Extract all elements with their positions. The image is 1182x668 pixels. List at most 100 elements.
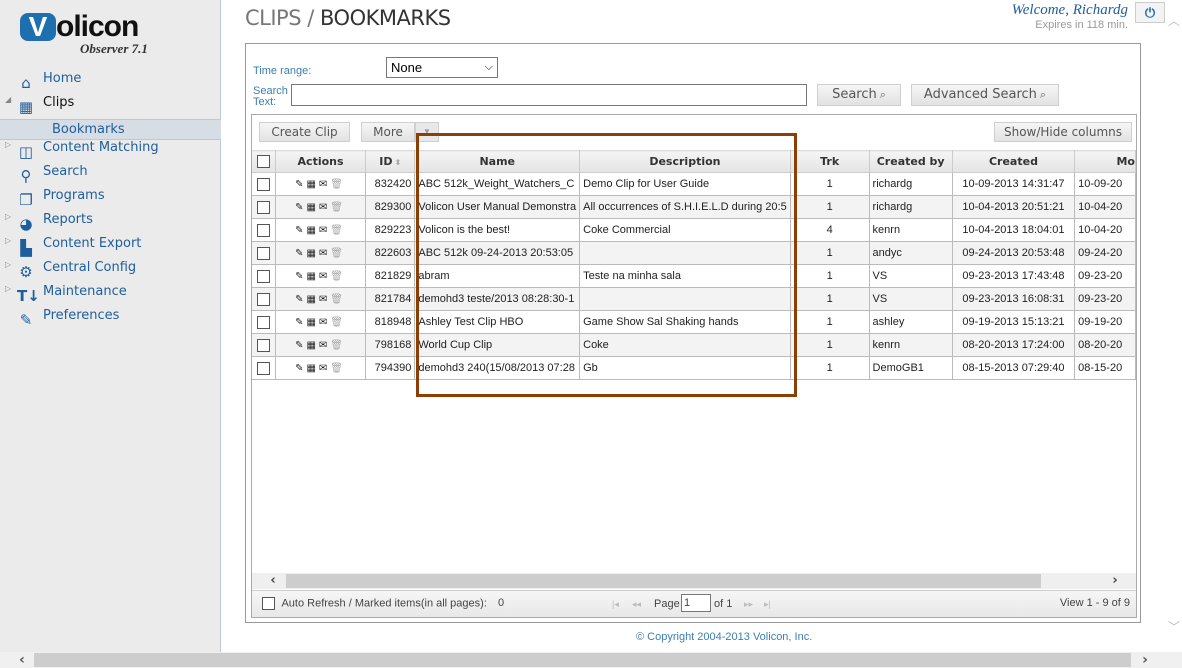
- film-icon[interactable]: ▦: [306, 248, 318, 259]
- scrollbar-thumb[interactable]: [286, 574, 1041, 588]
- sidebar-item-central-config[interactable]: ▷ ⚙ Central Config: [0, 260, 221, 284]
- column-header-description[interactable]: Description: [579, 150, 791, 173]
- email-icon[interactable]: ✉: [319, 202, 330, 213]
- more-dropdown-button[interactable]: ▼: [415, 122, 439, 142]
- show-hide-columns-button[interactable]: Show/Hide columns: [994, 122, 1132, 142]
- page-input[interactable]: 1: [681, 594, 711, 612]
- scroll-left-icon[interactable]: ‹: [14, 652, 30, 668]
- row-checkbox[interactable]: [257, 315, 270, 329]
- film-icon[interactable]: ▦: [306, 363, 318, 374]
- edit-icon[interactable]: ✎: [295, 317, 306, 328]
- select-all-checkbox[interactable]: [257, 155, 270, 169]
- trash-icon[interactable]: 🗑: [330, 179, 346, 190]
- next-page-icon[interactable]: ▸▸: [744, 599, 753, 610]
- collapsed-arrow-icon[interactable]: ▷: [5, 284, 11, 293]
- sidebar-item-maintenance[interactable]: ▷ T↓ Maintenance: [0, 284, 221, 308]
- film-icon[interactable]: ▦: [306, 340, 318, 351]
- email-icon[interactable]: ✉: [319, 271, 330, 282]
- sidebar-item-bookmarks[interactable]: Bookmarks: [0, 119, 221, 140]
- advanced-search-button[interactable]: Advanced Search ⌕: [911, 84, 1059, 106]
- scroll-down-icon[interactable]: ﹀: [1168, 621, 1180, 633]
- trash-icon[interactable]: 🗑: [330, 248, 346, 259]
- row-checkbox[interactable]: [257, 269, 270, 283]
- edit-icon[interactable]: ✎: [295, 271, 306, 282]
- column-header-created-by[interactable]: Created by: [869, 150, 953, 173]
- row-checkbox[interactable]: [257, 200, 270, 214]
- volicon-logo[interactable]: V olicon Observer 7.1: [20, 10, 200, 60]
- edit-icon[interactable]: ✎: [295, 294, 306, 305]
- film-icon[interactable]: ▦: [306, 271, 318, 282]
- email-icon[interactable]: ✉: [319, 340, 330, 351]
- table-row[interactable]: ✎▦✉🗑 821784 demohd3 teste/2013 08:28:30-1 1…: [252, 287, 1136, 311]
- email-icon[interactable]: ✉: [319, 248, 330, 259]
- column-header-created[interactable]: Created: [952, 150, 1076, 173]
- scroll-right-icon[interactable]: ›: [1107, 573, 1123, 589]
- email-icon[interactable]: ✉: [319, 317, 330, 328]
- logout-button[interactable]: ⏻: [1135, 2, 1165, 23]
- create-clip-button[interactable]: Create Clip: [259, 122, 350, 142]
- table-row[interactable]: ✎▦✉🗑 794390 demohd3 240(15/08/2013 07:28 Gb…: [252, 356, 1136, 380]
- expanded-arrow-icon[interactable]: ◢: [5, 95, 11, 104]
- table-row[interactable]: ✎▦✉🗑 798168 World Cup Clip Coke 1 kenrn 08-20-…: [252, 333, 1136, 357]
- trash-icon[interactable]: 🗑: [330, 294, 346, 305]
- collapsed-arrow-icon[interactable]: ▷: [5, 212, 11, 221]
- scroll-up-icon[interactable]: ︿: [1168, 15, 1180, 27]
- search-text-input[interactable]: [291, 84, 807, 106]
- row-checkbox[interactable]: [257, 338, 270, 352]
- edit-icon[interactable]: ✎: [295, 225, 306, 236]
- scroll-left-icon[interactable]: ‹: [265, 573, 281, 589]
- edit-icon[interactable]: ✎: [295, 363, 306, 374]
- table-row[interactable]: ✎▦✉🗑 821829 abram Teste na minha sala 1 VS 09-…: [252, 264, 1136, 288]
- collapsed-arrow-icon[interactable]: ▷: [5, 140, 11, 149]
- sidebar-item-reports[interactable]: ▷ ◕ Reports: [0, 212, 221, 236]
- table-row[interactable]: ✎▦✉🗑 829223 Volicon is the best! Coke Comme…: [252, 218, 1136, 242]
- sidebar-item-content-export[interactable]: ▷ ▙ Content Export: [0, 236, 221, 260]
- column-header-id[interactable]: ID ⬍: [365, 150, 416, 173]
- film-icon[interactable]: ▦: [306, 317, 318, 328]
- edit-icon[interactable]: ✎: [295, 248, 306, 259]
- table-row[interactable]: ✎▦✉🗑 818948 Ashley Test Clip HBO Game Show …: [252, 310, 1136, 334]
- email-icon[interactable]: ✉: [319, 294, 330, 305]
- trash-icon[interactable]: 🗑: [330, 271, 346, 282]
- trash-icon[interactable]: 🗑: [330, 225, 346, 236]
- film-icon[interactable]: ▦: [306, 294, 318, 305]
- edit-icon[interactable]: ✎: [295, 340, 306, 351]
- prev-page-icon[interactable]: ◂◂: [632, 599, 641, 610]
- row-checkbox[interactable]: [257, 177, 270, 191]
- film-icon[interactable]: ▦: [306, 202, 318, 213]
- sidebar-item-programs[interactable]: ❐ Programs: [0, 188, 221, 212]
- trash-icon[interactable]: 🗑: [330, 340, 346, 351]
- edit-icon[interactable]: ✎: [295, 179, 306, 190]
- collapsed-arrow-icon[interactable]: ▷: [5, 260, 11, 269]
- first-page-icon[interactable]: |◂: [612, 599, 619, 610]
- film-icon[interactable]: ▦: [306, 179, 318, 190]
- sidebar-item-clips[interactable]: ◢ ▦ Clips: [0, 95, 221, 119]
- row-checkbox[interactable]: [257, 292, 270, 306]
- scroll-right-icon[interactable]: ›: [1137, 652, 1153, 668]
- sidebar-item-preferences[interactable]: ✎ Preferences: [0, 308, 221, 332]
- table-row[interactable]: ✎▦✉🗑 822603 ABC 512k 09-24-2013 20:53:05 1 a…: [252, 241, 1136, 265]
- more-button[interactable]: More: [361, 122, 415, 142]
- time-range-select[interactable]: None ⌵: [386, 57, 498, 78]
- trash-icon[interactable]: 🗑: [330, 202, 346, 213]
- page-vertical-scrollbar[interactable]: ︿ ﹀: [1166, 0, 1182, 652]
- row-checkbox[interactable]: [257, 223, 270, 237]
- row-checkbox[interactable]: [257, 361, 270, 375]
- film-icon[interactable]: ▦: [306, 225, 318, 236]
- auto-refresh-checkbox[interactable]: [262, 597, 275, 610]
- sidebar-item-search[interactable]: ⚲ Search: [0, 164, 221, 188]
- row-checkbox[interactable]: [257, 246, 270, 260]
- page-horizontal-scrollbar[interactable]: ‹ ›: [0, 652, 1182, 668]
- column-header-modified[interactable]: Mo: [1074, 150, 1136, 173]
- email-icon[interactable]: ✉: [319, 179, 330, 190]
- edit-icon[interactable]: ✎: [295, 202, 306, 213]
- sidebar-item-content-matching[interactable]: ▷ ◫ Content Matching: [0, 140, 221, 164]
- email-icon[interactable]: ✉: [319, 363, 330, 374]
- sidebar-item-home[interactable]: ⌂ Home: [0, 71, 221, 95]
- table-row[interactable]: ✎▦✉🗑 829300 Volicon User Manual Demonstra A…: [252, 195, 1136, 219]
- trash-icon[interactable]: 🗑: [330, 317, 346, 328]
- scrollbar-thumb[interactable]: [34, 653, 1131, 667]
- column-header-name[interactable]: Name: [414, 150, 581, 173]
- grid-horizontal-scrollbar[interactable]: ‹ ›: [252, 573, 1136, 589]
- collapsed-arrow-icon[interactable]: ▷: [5, 236, 11, 245]
